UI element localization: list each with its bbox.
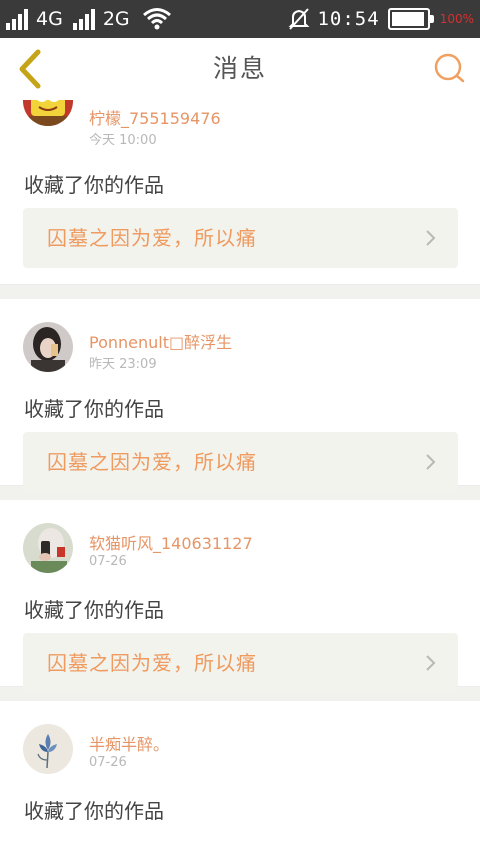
network-label-1: 4G <box>36 8 63 30</box>
work-title: 囚墓之因为爱，所以痛 <box>47 450 257 474</box>
username[interactable]: 半痴半醉。 <box>89 731 169 755</box>
divider <box>0 284 480 299</box>
message-time: 昨天 23:09 <box>89 357 157 372</box>
message-item: 软猫听风_140631127 07-26 收藏了你的作品 囚墓之因为爱，所以痛 <box>0 500 480 693</box>
avatar-image <box>23 100 73 126</box>
avatar[interactable] <box>23 724 73 774</box>
avatar[interactable] <box>23 322 73 372</box>
message-item: Ponnenult□醉浮生 昨天 23:09 收藏了你的作品 囚墓之因为爱，所以… <box>0 299 480 492</box>
battery-icon <box>387 8 434 30</box>
username[interactable]: Ponnenult□醉浮生 <box>89 329 232 353</box>
message-time: 07-26 <box>89 755 127 770</box>
action-text: 收藏了你的作品 <box>24 173 164 197</box>
clock: 10:54 <box>317 8 380 30</box>
chevron-right-icon <box>426 655 436 671</box>
status-left: 4G 2G <box>6 0 172 38</box>
wifi-icon <box>142 8 171 30</box>
avatar[interactable] <box>23 523 73 573</box>
avatar-image <box>23 724 73 774</box>
message-list[interactable]: 柠檬_755159476 今天 10:00 收藏了你的作品 囚墓之因为爱，所以痛… <box>0 100 480 854</box>
username[interactable]: 软猫听风_140631127 <box>89 530 253 554</box>
avatar-image <box>23 322 73 372</box>
message-time: 07-26 <box>89 554 127 569</box>
status-right: 10:54 100% <box>287 0 474 38</box>
action-text: 收藏了你的作品 <box>24 598 164 622</box>
work-card[interactable]: 囚墓之因为爱，所以痛 <box>23 208 458 268</box>
message-item: 柠檬_755159476 今天 10:00 收藏了你的作品 囚墓之因为爱，所以痛 <box>0 100 480 284</box>
status-bar: 4G 2G 10:54 100% <box>0 0 480 38</box>
app-header: 消息 <box>0 38 480 101</box>
work-title: 囚墓之因为爱，所以痛 <box>47 651 257 675</box>
action-text: 收藏了你的作品 <box>24 397 164 421</box>
search-icon <box>434 53 465 83</box>
avatar[interactable] <box>23 100 73 126</box>
message-time: 今天 10:00 <box>89 133 157 148</box>
message-item: 半痴半醉。 07-26 收藏了你的作品 <box>0 701 480 854</box>
battery-fill <box>391 12 424 26</box>
chevron-right-icon <box>426 230 436 246</box>
mute-bell-icon <box>289 8 310 30</box>
avatar-image <box>23 523 73 573</box>
work-card[interactable]: 囚墓之因为爱，所以痛 <box>23 633 458 693</box>
username[interactable]: 柠檬_755159476 <box>89 105 221 129</box>
network-label-2: 2G <box>102 8 130 30</box>
signal-icon-2 <box>72 8 97 30</box>
search-button[interactable] <box>428 48 470 90</box>
battery-percent: 100% <box>439 12 474 26</box>
signal-icon <box>6 8 30 30</box>
page-title: 消息 <box>212 54 267 83</box>
action-text: 收藏了你的作品 <box>24 799 164 823</box>
chevron-right-icon <box>426 454 436 470</box>
work-title: 囚墓之因为爱，所以痛 <box>47 226 257 250</box>
work-card[interactable]: 囚墓之因为爱，所以痛 <box>23 432 458 492</box>
